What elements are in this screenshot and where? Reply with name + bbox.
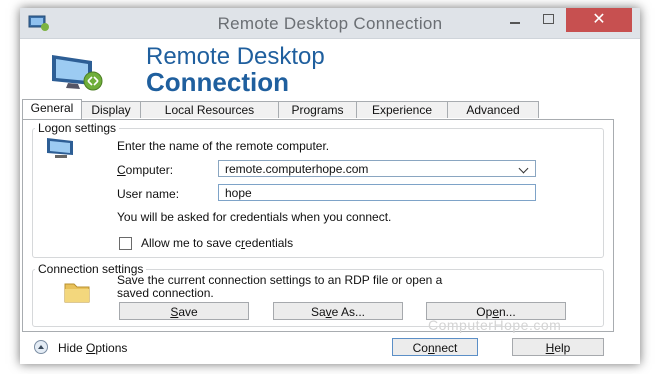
- connect-prefix: Co: [412, 341, 428, 355]
- help-button[interactable]: Help: [512, 338, 604, 356]
- computer-combobox[interactable]: remote.computerhope.com: [218, 160, 536, 177]
- rdp-window: Remote Desktop Connection ✕ Remote Deskt…: [20, 8, 640, 364]
- saveas-rest: e As...: [331, 305, 366, 319]
- connect-mnemonic: n: [427, 341, 435, 355]
- save-credentials-prefix: Allow me to save c: [141, 236, 242, 250]
- save-button[interactable]: Save: [119, 302, 249, 320]
- help-rest: elp: [554, 341, 571, 355]
- monitor-icon: [47, 138, 73, 158]
- maximize-button[interactable]: [532, 8, 566, 32]
- chevron-down-icon[interactable]: [518, 163, 529, 174]
- banner: Remote Desktop Connection: [20, 39, 640, 99]
- tab-general[interactable]: General: [22, 99, 82, 119]
- hide-rest: ptions: [95, 341, 128, 355]
- computer-label-rest: omputer:: [125, 163, 174, 177]
- tab-experience[interactable]: Experience: [356, 101, 448, 118]
- connection-description-line2: saved connection.: [117, 286, 214, 300]
- computer-label: Computer:: [117, 163, 173, 177]
- monitor-connection-icon: [52, 55, 103, 91]
- saveas-prefix: Sa: [310, 305, 326, 319]
- computer-value: remote.computerhope.com: [225, 162, 369, 176]
- folder-icon: [64, 283, 90, 303]
- tab-display[interactable]: Display: [81, 101, 141, 118]
- logon-settings-label: Logon settings: [35, 121, 120, 135]
- logon-instruction: Enter the name of the remote computer.: [117, 139, 330, 153]
- hide-mnemonic: O: [86, 341, 96, 355]
- save-credentials-rest: edentials: [245, 236, 294, 250]
- save-rest: ave: [178, 305, 198, 319]
- hide-options-icon[interactable]: [34, 340, 48, 354]
- close-button[interactable]: ✕: [566, 8, 632, 32]
- username-label: User name:: [117, 187, 180, 201]
- tab-advanced[interactable]: Advanced: [447, 101, 539, 118]
- credentials-note: You will be asked for credentials when y…: [117, 210, 392, 224]
- title-bar[interactable]: Remote Desktop Connection ✕: [20, 8, 640, 39]
- banner-title-line2: Connection: [146, 67, 289, 97]
- watermark: ComputerHope.com: [428, 317, 562, 333]
- tab-local-resources[interactable]: Local Resources: [140, 101, 279, 118]
- username-field[interactable]: hope: [218, 184, 536, 201]
- connection-description-line1: Save the current connection settings to …: [117, 273, 443, 287]
- general-tab-panel: Logon settings Enter the name of the rem…: [22, 119, 614, 332]
- save-credentials-checkbox[interactable]: [119, 237, 132, 250]
- hide-options-link[interactable]: Hide Options: [58, 341, 127, 355]
- connect-button[interactable]: Connect: [392, 338, 478, 356]
- save-as-button[interactable]: Save As...: [273, 302, 403, 320]
- minimize-button[interactable]: [498, 8, 532, 32]
- computer-label-mnemonic: C: [117, 163, 126, 177]
- hide-prefix: Hide: [58, 341, 87, 355]
- tab-programs[interactable]: Programs: [278, 101, 357, 118]
- save-credentials-label[interactable]: Allow me to save credentials: [141, 236, 293, 250]
- connect-rest: nect: [434, 341, 458, 355]
